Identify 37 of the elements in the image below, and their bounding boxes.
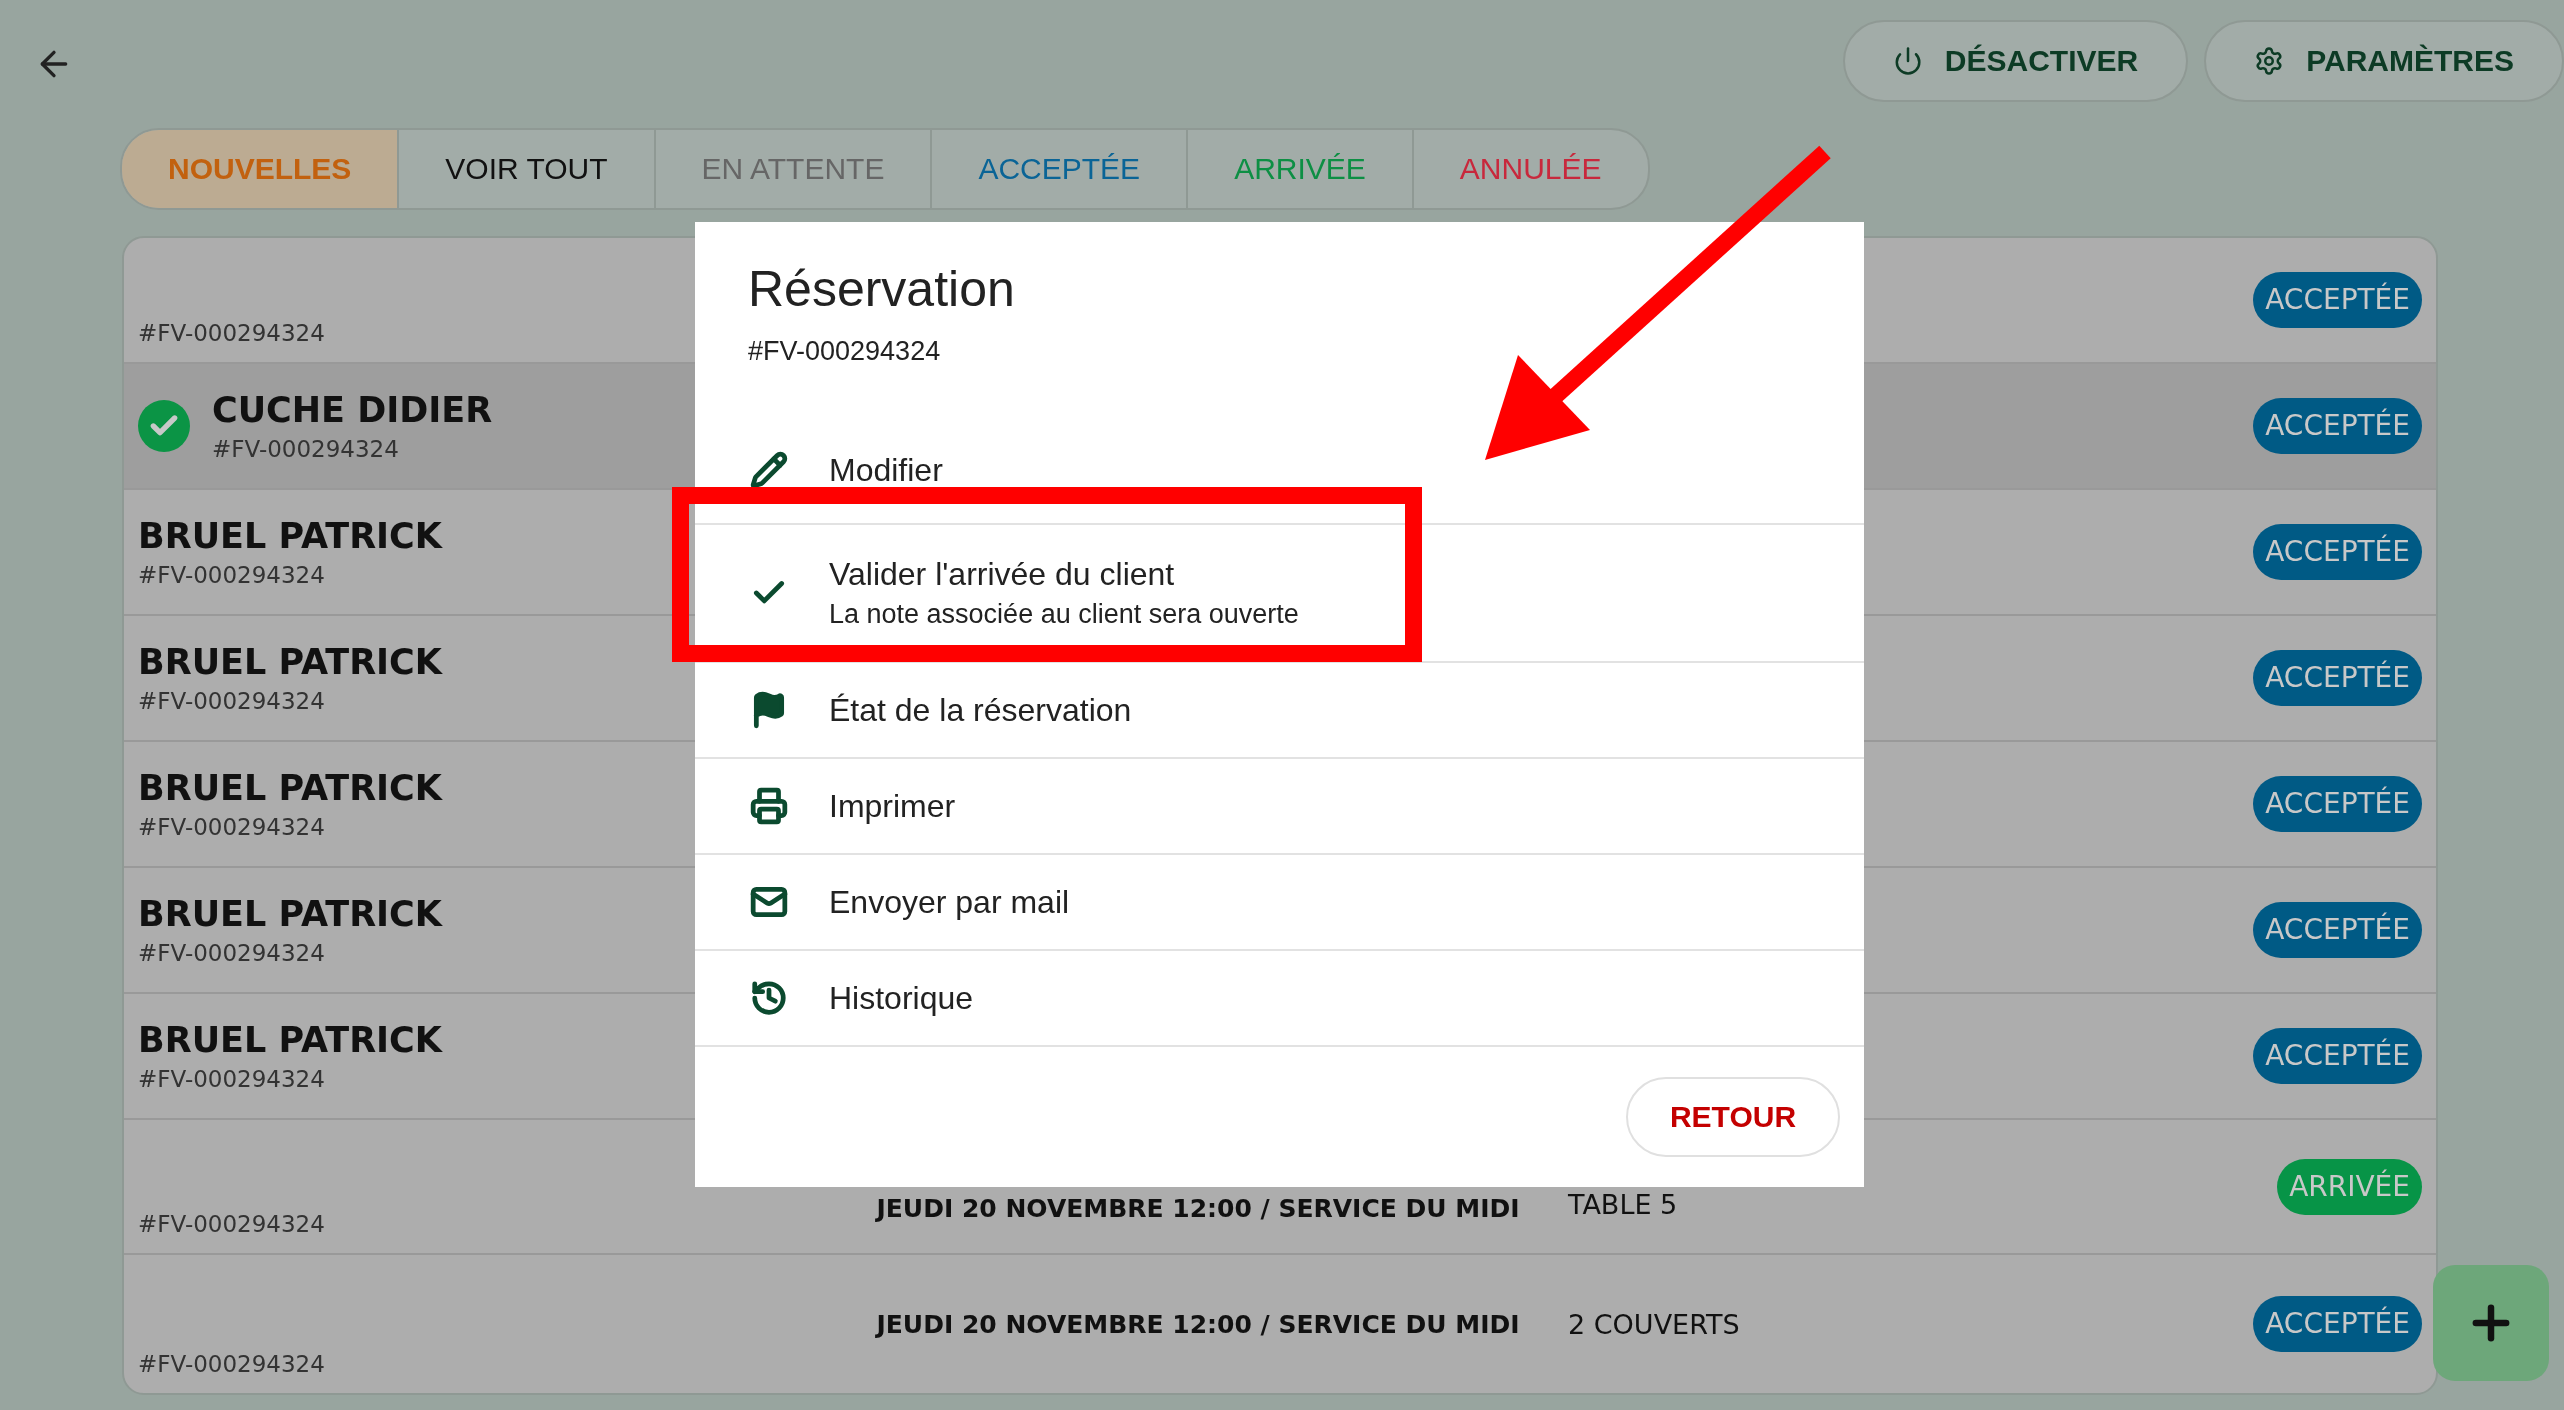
status-badge: ACCEPTÉE [2253, 524, 2422, 580]
reservation-ref: #FV-000294324 [138, 688, 326, 714]
status-badge: ACCEPTÉE [2253, 776, 2422, 832]
client-name: BRUEL PATRICK [138, 894, 442, 934]
reservation-date: JEUDI 20 NOVEMBRE 12:00 / SERVICE DU MIDI [874, 1309, 1521, 1339]
client-name: BRUEL PATRICK [138, 1020, 442, 1060]
reservation-date: JEUDI 20 NOVEMBRE 12:00 / SERVICE DU MIDI [874, 1194, 1521, 1223]
status-badge: ACCEPTÉE [2253, 902, 2422, 958]
status-badge: ACCEPTÉE [2253, 1028, 2422, 1084]
menu-item-label: Historique [829, 979, 974, 1017]
reservation-ref: #FV-000294324 [212, 436, 400, 462]
status-badge: ACCEPTÉE [2253, 650, 2422, 706]
client-name: BRUEL PATRICK [138, 516, 442, 556]
client-name: CUCHE DIDIER [212, 390, 493, 430]
dialog-ref: #FV-000294324 [748, 336, 942, 367]
menu-item-label: État de la réservation [829, 691, 1132, 729]
menu-item-subtitle: La note associée au client sera ouverte [829, 599, 1299, 630]
client-name: BRUEL PATRICK [138, 768, 442, 808]
reservation-ref: #FV-000294324 [138, 562, 326, 588]
status-badge: ACCEPTÉE [2253, 272, 2422, 328]
menu-item-label: Envoyer par mail [829, 883, 1070, 921]
reservation-ref: #FV-000294324 [138, 1066, 326, 1092]
reservation-ref: #FV-000294324 [138, 940, 326, 966]
reservation-ref: #FV-000294324 [138, 1211, 325, 1237]
menu-item-label: Imprimer [829, 787, 956, 825]
reservation-ref: #FV-000294324 [138, 1351, 325, 1377]
status-badge: ACCEPTÉE [2253, 1296, 2422, 1352]
reservation-ref: #FV-000294324 [138, 814, 326, 840]
menu-item-label: Modifier [829, 452, 943, 489]
reservation-info: TABLE 5 [1567, 1189, 1679, 1220]
client-name: BRUEL PATRICK [138, 642, 442, 682]
dialog-title: Réservation [748, 260, 1016, 318]
menu-item-label: Valider l'arrivée du client [829, 556, 1176, 593]
reservation-info: 2 COUVERTS [1567, 1308, 1741, 1340]
status-badge: ARRIVÉE [2277, 1158, 2422, 1215]
status-badge: ACCEPTÉE [2253, 398, 2422, 454]
reservation-ref: #FV-000294324 [138, 320, 325, 346]
